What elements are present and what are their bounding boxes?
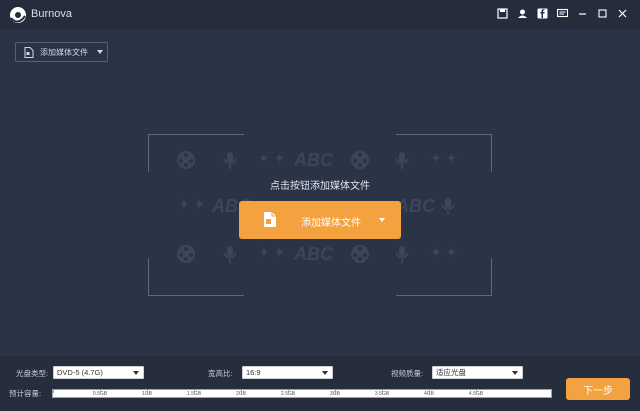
- chevron-down-icon: [512, 371, 518, 375]
- microphone-icon: [392, 244, 412, 269]
- film-reel-icon: [176, 150, 196, 175]
- watermark-text: ABC: [396, 196, 435, 216]
- next-step-button[interactable]: 下一步: [566, 378, 630, 400]
- microphone-icon: [438, 196, 458, 221]
- watermark-text: ABC: [294, 244, 333, 264]
- app-title: Burnova: [31, 8, 72, 20]
- capacity-tick: [241, 390, 242, 393]
- film-reel-icon: [350, 150, 370, 175]
- aspect-ratio-label: 宽高比:: [208, 369, 233, 378]
- capacity-tick: [100, 390, 101, 393]
- capacity-tick: [147, 390, 148, 393]
- user-icon[interactable]: [517, 8, 528, 19]
- chevron-down-icon: [133, 371, 139, 375]
- add-file-icon: [24, 46, 34, 58]
- add-media-main-button[interactable]: 添加媒体文件: [239, 201, 401, 239]
- stars-icon: ✦ ✦: [430, 244, 458, 260]
- capacity-tick: [194, 390, 195, 393]
- aspect-ratio-value: 16:9: [246, 368, 261, 377]
- maximize-icon[interactable]: [597, 8, 608, 19]
- facebook-icon[interactable]: [537, 8, 548, 19]
- capacity-tick: [429, 390, 430, 393]
- window-controls: [497, 8, 628, 19]
- capacity-tick: [382, 390, 383, 393]
- capacity-label: 预计容量:: [9, 389, 42, 398]
- save-icon[interactable]: [497, 8, 508, 19]
- frame-line: [148, 295, 244, 296]
- frame-line: [396, 295, 492, 296]
- video-quality-label: 视频质量:: [391, 369, 424, 378]
- stars-icon: ✦ ✦: [430, 150, 458, 166]
- frame-line: [148, 134, 244, 135]
- disc-type-label: 光盘类型:: [16, 369, 49, 378]
- title-bar: Burnova: [0, 0, 640, 30]
- chevron-down-icon: [322, 371, 328, 375]
- stars-icon: ✦ ✦: [258, 244, 286, 260]
- burnova-logo-icon: [10, 7, 26, 23]
- frame-line: [491, 134, 492, 172]
- microphone-icon: [392, 150, 412, 175]
- disc-type-select[interactable]: DVD-5 (4.7G): [53, 366, 144, 379]
- film-reel-icon: [176, 244, 196, 269]
- watermark-text: ABC: [294, 150, 333, 170]
- minimize-icon[interactable]: [577, 8, 588, 19]
- add-file-icon: [264, 212, 276, 227]
- add-media-main-label: 添加媒体文件: [301, 218, 361, 229]
- drop-hint-text: 点击按钮添加媒体文件: [270, 181, 370, 192]
- capacity-bar: 0.5GB 1GB 1.5GB 2GB 2.5GB 3GB 3.5GB 4GB …: [52, 389, 552, 398]
- film-reel-icon: [350, 244, 370, 269]
- capacity-tick: [335, 390, 336, 393]
- capacity-tick: [476, 390, 477, 393]
- add-media-label: 添加媒体文件: [40, 47, 88, 57]
- microphone-icon: [220, 244, 240, 269]
- chevron-down-icon[interactable]: [379, 218, 385, 222]
- microphone-icon: [220, 150, 240, 175]
- close-icon[interactable]: [617, 8, 628, 19]
- frame-line: [148, 258, 149, 296]
- add-media-dropdown-button[interactable]: 添加媒体文件: [15, 42, 108, 62]
- aspect-ratio-select[interactable]: 16:9: [242, 366, 333, 379]
- capacity-tick: [53, 390, 54, 393]
- capacity-tick: [288, 390, 289, 393]
- chevron-down-icon: [97, 50, 103, 54]
- disc-type-value: DVD-5 (4.7G): [57, 368, 103, 377]
- video-quality-value: 适应光盘: [436, 368, 466, 377]
- video-quality-select[interactable]: 适应光盘: [432, 366, 523, 379]
- frame-line: [396, 134, 492, 135]
- message-icon[interactable]: [557, 8, 568, 19]
- stars-icon: ✦ ✦: [178, 196, 206, 212]
- frame-line: [491, 258, 492, 296]
- frame-line: [148, 134, 149, 172]
- bottom-settings-bar: [0, 356, 640, 411]
- stars-icon: ✦ ✦: [258, 150, 286, 166]
